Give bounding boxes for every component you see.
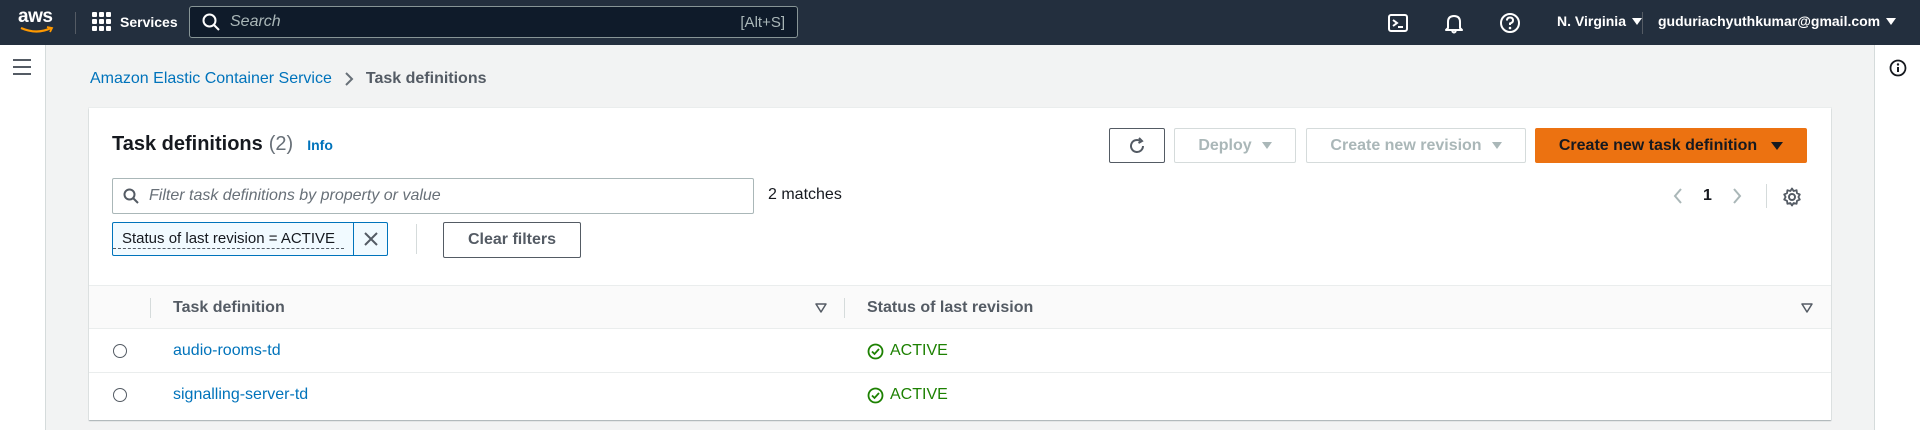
column-separator: [150, 298, 151, 318]
grid-icon: [92, 12, 111, 31]
task-definition-link[interactable]: audio-rooms-td: [173, 342, 281, 360]
search-icon: [123, 188, 139, 204]
search-placeholder: Search: [230, 13, 281, 30]
aws-logo[interactable]: aws: [18, 7, 58, 38]
services-menu-button[interactable]: Services: [92, 12, 178, 31]
chevron-right-icon: [345, 72, 354, 86]
search-shortcut-hint: [Alt+S]: [740, 13, 785, 31]
create-new-task-definition-button[interactable]: Create new task definition: [1535, 128, 1807, 163]
deploy-button[interactable]: Deploy: [1174, 128, 1296, 163]
top-navigation-bar: aws Services Search [Alt+S] N. Virginia …: [0, 0, 1920, 45]
gear-icon[interactable]: [1782, 187, 1802, 207]
page-number[interactable]: 1: [1703, 187, 1712, 205]
status-text: ACTIVE: [890, 342, 948, 359]
filter-token[interactable]: Status of last revision = ACTIVE: [112, 222, 388, 256]
right-tools-rail: [1874, 45, 1920, 430]
table-header: Task definition Status of last revision: [89, 285, 1831, 329]
chevron-left-icon[interactable]: [1673, 188, 1683, 204]
panel-title-count: (2): [268, 133, 294, 155]
help-icon[interactable]: [1499, 12, 1521, 34]
table-row[interactable]: signalling-server-td ACTIVE: [89, 373, 1831, 417]
region-label: N. Virginia: [1557, 13, 1626, 29]
chevron-right-icon[interactable]: [1732, 188, 1742, 204]
check-circle-icon: [867, 343, 884, 359]
page-title: Task definitions (2) Info: [112, 133, 333, 156]
caret-down-icon: [1886, 17, 1897, 25]
info-panel-icon[interactable]: [1889, 59, 1907, 77]
caret-down-icon: [1491, 142, 1502, 149]
clear-filters-button[interactable]: Clear filters: [443, 222, 581, 258]
task-definitions-panel: Task definitions (2) Info Deploy Create …: [89, 108, 1831, 420]
region-selector[interactable]: N. Virginia: [1557, 13, 1642, 29]
services-label: Services: [120, 13, 178, 30]
search-icon: [202, 13, 220, 31]
remove-filter-button[interactable]: [353, 223, 387, 255]
create-task-def-label: Create new task definition: [1558, 136, 1758, 154]
filter-placeholder: Filter task definitions by property or v…: [149, 187, 441, 204]
info-link[interactable]: Info: [307, 137, 333, 153]
panel-title-text: Task definitions: [112, 133, 263, 155]
pager-divider: [1766, 184, 1767, 208]
sort-icon[interactable]: [1801, 303, 1813, 313]
breadcrumb-current: Task definitions: [365, 70, 487, 87]
nav-divider: [1642, 12, 1643, 34]
task-definition-link[interactable]: signalling-server-td: [173, 386, 308, 404]
caret-down-icon: [1771, 141, 1784, 150]
check-circle-icon: [867, 387, 884, 403]
deploy-button-label: Deploy: [1198, 136, 1252, 154]
caret-down-icon: [1631, 17, 1642, 25]
refresh-icon: [1130, 136, 1144, 153]
close-icon: [363, 232, 378, 246]
global-search-input[interactable]: Search [Alt+S]: [189, 6, 798, 38]
status-badge: ACTIVE: [867, 342, 948, 360]
filter-divider: [416, 224, 417, 254]
filter-token-label[interactable]: Status of last revision = ACTIVE: [113, 230, 345, 249]
nav-divider: [75, 12, 76, 34]
status-badge: ACTIVE: [867, 386, 948, 404]
refresh-button[interactable]: [1109, 128, 1165, 163]
row-radio-button[interactable]: [113, 344, 127, 358]
table-row[interactable]: audio-rooms-td ACTIVE: [89, 329, 1831, 373]
sort-icon[interactable]: [815, 303, 827, 313]
row-radio-button[interactable]: [113, 388, 127, 402]
account-menu[interactable]: guduriachyuthkumar@gmail.com: [1658, 13, 1897, 29]
matches-count: 2 matches: [768, 186, 842, 203]
cloudshell-icon[interactable]: [1387, 12, 1409, 34]
create-revision-label: Create new revision: [1330, 136, 1482, 154]
breadcrumb: Amazon Elastic Container Service Task de…: [90, 70, 487, 88]
filter-input[interactable]: Filter task definitions by property or v…: [112, 178, 754, 214]
notifications-bell-icon[interactable]: [1443, 12, 1465, 34]
account-label: guduriachyuthkumar@gmail.com: [1658, 13, 1881, 29]
left-navigation-rail: [0, 45, 46, 430]
status-text: ACTIVE: [890, 386, 948, 403]
create-new-revision-button[interactable]: Create new revision: [1306, 128, 1526, 163]
clear-filters-label: Clear filters: [467, 231, 557, 248]
caret-down-icon: [1261, 142, 1272, 149]
aws-smile-icon: [20, 26, 54, 33]
breadcrumb-ecs-link[interactable]: Amazon Elastic Container Service: [90, 70, 332, 88]
column-header-status[interactable]: Status of last revision: [867, 299, 1033, 317]
column-header-task-definition[interactable]: Task definition: [173, 299, 285, 317]
column-separator[interactable]: [844, 298, 845, 318]
pagination: 1: [1673, 187, 1742, 205]
hamburger-menu-icon[interactable]: [13, 59, 31, 75]
